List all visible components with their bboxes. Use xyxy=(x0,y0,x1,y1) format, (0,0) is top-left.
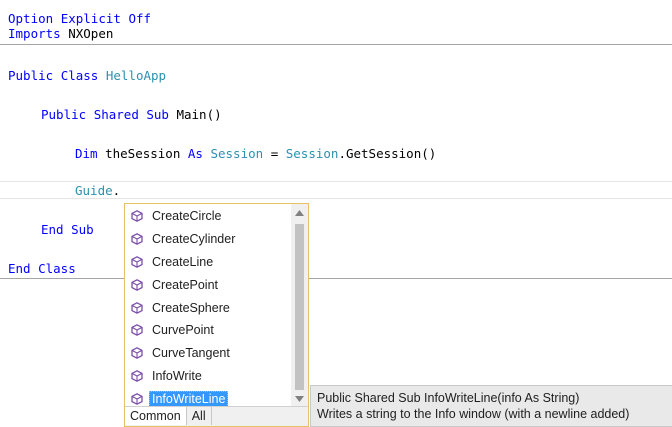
completion-item[interactable]: CreateSphere xyxy=(125,296,291,319)
keyword: Dim xyxy=(75,146,98,161)
completion-item[interactable]: CreateCylinder xyxy=(125,228,291,251)
code-text: Main() xyxy=(168,107,222,122)
triangle-up-icon xyxy=(295,209,304,216)
completion-list[interactable]: CreateCircle CreateCylinder CreateLine Crea… xyxy=(125,205,291,410)
code-text: = xyxy=(263,146,286,161)
tab-common[interactable]: Common xyxy=(125,407,187,425)
region-separator xyxy=(0,44,672,45)
keyword: Option xyxy=(8,11,54,26)
type-name: Guide xyxy=(75,183,113,198)
completion-item[interactable]: CurvePoint xyxy=(125,319,291,342)
method-icon xyxy=(125,392,149,405)
completion-item[interactable]: CreateLine xyxy=(125,251,291,274)
code-text: theSession xyxy=(97,146,188,161)
method-icon xyxy=(125,301,149,314)
completion-item-label: CurvePoint xyxy=(152,323,214,338)
code-text: . xyxy=(112,183,121,198)
method-icon xyxy=(125,324,149,337)
completion-item-label: CreateSphere xyxy=(152,300,230,315)
keyword: Imports xyxy=(8,26,61,41)
completion-item-label: CurveTangent xyxy=(152,346,230,361)
region-separator xyxy=(0,278,672,279)
code-line-5[interactable]: Dim theSession As Session = Session.GetS… xyxy=(75,146,436,161)
code-line-4[interactable]: Public Shared Sub Main() xyxy=(41,107,222,122)
keyword: End xyxy=(8,261,31,276)
scroll-down-arrow[interactable] xyxy=(291,390,308,407)
method-icon xyxy=(125,370,149,382)
completion-item[interactable]: CreatePoint xyxy=(125,273,291,296)
type-name: Session xyxy=(285,146,339,161)
keyword: As xyxy=(187,146,203,161)
code-line-8[interactable]: End Class xyxy=(8,261,76,276)
method-icon xyxy=(125,278,149,291)
completion-item[interactable]: InfoWrite xyxy=(125,365,291,388)
code-line-3[interactable]: Public Class HelloApp xyxy=(8,68,166,83)
triangle-down-icon xyxy=(295,395,304,402)
keyword: Public xyxy=(8,68,54,83)
method-icon xyxy=(125,347,149,360)
type-name: HelloApp xyxy=(105,68,167,83)
completion-item-label: InfoWrite xyxy=(152,368,202,383)
code-line-6[interactable]: Guide. xyxy=(75,183,120,198)
code-text: .GetSession() xyxy=(338,146,437,161)
method-icon xyxy=(125,233,149,246)
code-line-7[interactable]: End Sub xyxy=(41,222,94,237)
completion-tabs: Common All xyxy=(125,406,308,426)
quick-info-tooltip: Public Shared Sub InfoWriteLine(info As … xyxy=(310,385,672,427)
intellisense-popup[interactable]: CreateCircle CreateCylinder CreateLine Crea… xyxy=(124,203,309,427)
method-icon xyxy=(125,256,149,268)
completion-item-label: CreateCylinder xyxy=(152,232,236,247)
type-name: Session xyxy=(210,146,264,161)
completion-scrollbar[interactable] xyxy=(291,204,308,407)
scroll-up-arrow[interactable] xyxy=(291,204,308,221)
tooltip-signature: Public Shared Sub InfoWriteLine(info As … xyxy=(317,391,580,405)
keyword: Shared xyxy=(93,107,139,122)
completion-item[interactable]: CurveTangent xyxy=(125,342,291,365)
completion-item-label: CreateCircle xyxy=(152,209,222,224)
completion-item-label: CreatePoint xyxy=(152,277,219,292)
keyword: Off xyxy=(128,11,152,26)
code-line-2[interactable]: Imports NXOpen xyxy=(8,26,113,41)
keyword: Sub xyxy=(146,107,169,122)
tab-all[interactable]: All xyxy=(187,407,212,425)
code-line-1[interactable]: Option Explicit Off xyxy=(8,11,151,26)
completion-item-label: InfoWriteLine xyxy=(149,390,229,407)
keyword: Class xyxy=(60,68,99,83)
keyword: Sub xyxy=(71,222,94,237)
method-icon xyxy=(125,210,149,223)
scroll-thumb[interactable] xyxy=(295,224,304,390)
keyword: Explicit xyxy=(60,11,121,26)
completion-item[interactable]: CreateCircle xyxy=(125,205,291,228)
keyword: Class xyxy=(38,261,76,276)
keyword: Public xyxy=(41,107,87,122)
keyword: End xyxy=(41,222,64,237)
tooltip-description: Writes a string to the Info window (with… xyxy=(317,407,630,421)
code-text: NXOpen xyxy=(60,26,114,41)
completion-item-label: CreateLine xyxy=(152,254,214,269)
